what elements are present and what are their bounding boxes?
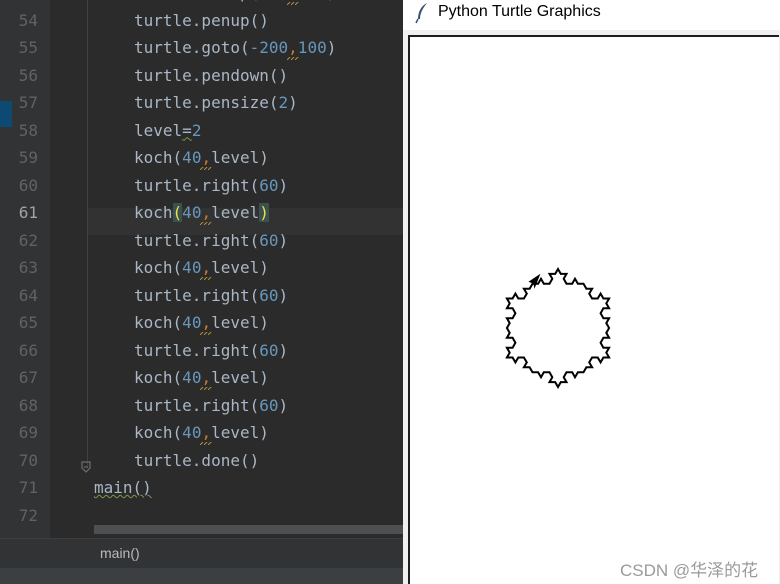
code-text: koch(40,level)	[134, 423, 269, 442]
line-number: 72	[18, 505, 38, 525]
indent-guide	[87, 0, 88, 468]
window-titlebar[interactable]: Python Turtle Graphics	[403, 0, 780, 30]
line-number: 66	[18, 340, 38, 360]
code-text: koch(40,level)	[134, 148, 269, 167]
line-number: 71	[18, 478, 38, 497]
code-text: turtle.setup(800,800)	[134, 0, 336, 6]
code-text: koch(40,level)	[134, 258, 269, 277]
line-number: 69	[18, 423, 38, 442]
horizontal-scrollbar[interactable]	[94, 525, 403, 534]
breadcrumb-main[interactable]: main()	[100, 545, 140, 561]
code-text: turtle.right(60)	[134, 230, 289, 250]
code-text: turtle.done()	[134, 450, 260, 470]
line-number: 54	[18, 10, 38, 30]
code-text: turtle.right(60)	[134, 285, 289, 305]
koch-curve	[505, 266, 611, 390]
code-text: koch(40,level)	[134, 368, 269, 387]
line-number: 55	[18, 38, 38, 57]
code-text: turtle.right(60)	[134, 395, 289, 415]
line-number: 60	[18, 175, 38, 195]
line-number: 56	[18, 65, 38, 85]
code-text: turtle.right(60)	[134, 340, 289, 360]
turtle-canvas[interactable]: CSDN @华泽的花	[408, 35, 779, 584]
code-text: level=2	[134, 120, 202, 140]
line-number: 57	[18, 93, 38, 112]
line-number: 65	[18, 313, 38, 332]
turtle-graphics-window[interactable]: Python Turtle Graphics CSDN @华泽的花	[403, 0, 780, 584]
line-number: 70	[18, 450, 38, 470]
line-number: 68	[18, 395, 38, 415]
watermark: CSDN @华泽的花	[620, 561, 759, 580]
code-text: koch(40,level)	[134, 203, 269, 222]
code-text: main()	[94, 478, 152, 497]
line-number: 62	[18, 230, 38, 250]
feather-icon	[415, 3, 427, 24]
line-number: 53	[0, 0, 38, 6]
line-number: 58	[18, 120, 38, 140]
line-number: 64	[18, 285, 38, 305]
line-number: 67	[18, 368, 38, 387]
code-text: turtle.pendown()	[134, 65, 289, 85]
line-number: 59	[18, 148, 38, 167]
window-title: Python Turtle Graphics	[438, 3, 601, 20]
code-text: turtle.penup()	[134, 10, 269, 30]
code-text: turtle.pensize(2)	[134, 93, 298, 112]
code-text: turtle.goto(-200,100)	[134, 38, 337, 57]
code-text: turtle.right(60)	[134, 175, 289, 195]
code-editor[interactable]: 53 turtle.setup(800,800) 54 turtle.penup() 5…	[0, 0, 403, 584]
fold-icon[interactable]	[80, 461, 92, 473]
code-text: koch(40,level)	[134, 313, 269, 332]
status-strip	[0, 568, 403, 584]
line-number: 61	[18, 203, 38, 222]
breadcrumb-bar: main()	[0, 538, 403, 569]
line-number: 63	[18, 258, 38, 277]
koch-snowflake-drawing	[505, 266, 611, 390]
